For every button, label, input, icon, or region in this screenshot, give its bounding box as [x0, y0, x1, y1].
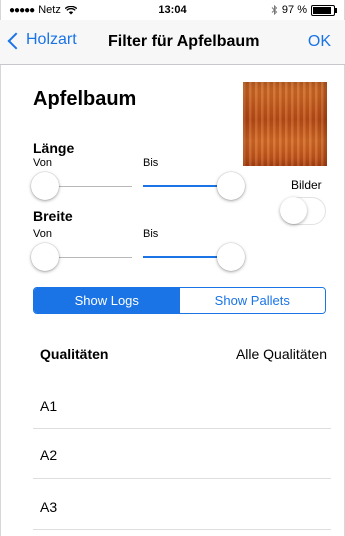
qualitaeten-value[interactable]: Alle Qualitäten	[236, 346, 327, 362]
bilder-toggle-thumb	[280, 197, 307, 224]
segment-show-pallets[interactable]: Show Pallets	[179, 288, 325, 313]
status-bar: ●●●●● Netz 13:04 97 %	[0, 0, 345, 20]
breite-from-track	[58, 257, 132, 258]
bluetooth-icon	[271, 5, 278, 15]
laenge-label: Länge	[33, 140, 75, 156]
quality-item-a2[interactable]: A2	[40, 447, 57, 463]
breite-from-slider-thumb[interactable]	[31, 243, 59, 271]
laenge-to-slider-thumb[interactable]	[217, 172, 245, 200]
ok-button[interactable]: OK	[308, 33, 331, 51]
wood-image[interactable]	[243, 82, 327, 166]
divider	[33, 529, 331, 530]
status-right: 97 %	[271, 4, 337, 16]
page-title: Filter für Apfelbaum	[108, 33, 260, 50]
logs-pallets-segmented-control: Show Logs Show Pallets	[33, 287, 326, 314]
breite-label: Breite	[33, 208, 73, 224]
screen-edge-left	[0, 0, 1, 536]
bilder-label: Bilder	[291, 178, 322, 192]
quality-item-a3[interactable]: A3	[40, 499, 57, 515]
laenge-to-track	[143, 185, 217, 187]
laenge-from-slider-thumb[interactable]	[31, 172, 59, 200]
divider	[33, 478, 331, 479]
qualitaeten-label: Qualitäten	[40, 346, 109, 362]
battery-icon	[311, 4, 337, 16]
laenge-from-label: Von	[33, 157, 52, 169]
bilder-toggle[interactable]	[280, 197, 326, 225]
breite-to-label: Bis	[143, 228, 159, 240]
quality-item-a1[interactable]: A1	[40, 398, 57, 414]
navigation-bar: Holzart Filter für Apfelbaum OK	[0, 20, 345, 65]
battery-percent: 97 %	[281, 4, 307, 16]
back-button[interactable]: Holzart	[7, 31, 77, 50]
back-button-label: Holzart	[26, 31, 77, 48]
laenge-from-track	[58, 186, 132, 187]
breite-to-track	[143, 256, 217, 258]
breite-to-slider-thumb[interactable]	[217, 243, 245, 271]
chevron-left-icon	[7, 32, 25, 50]
laenge-to-label: Bis	[143, 157, 159, 169]
breite-from-label: Von	[33, 228, 52, 240]
divider	[33, 428, 331, 429]
tree-name: Apfelbaum	[33, 88, 137, 110]
segment-show-logs[interactable]: Show Logs	[34, 288, 180, 313]
phone-screen: ●●●●● Netz 13:04 97 % Holzart Filter für…	[0, 0, 345, 536]
